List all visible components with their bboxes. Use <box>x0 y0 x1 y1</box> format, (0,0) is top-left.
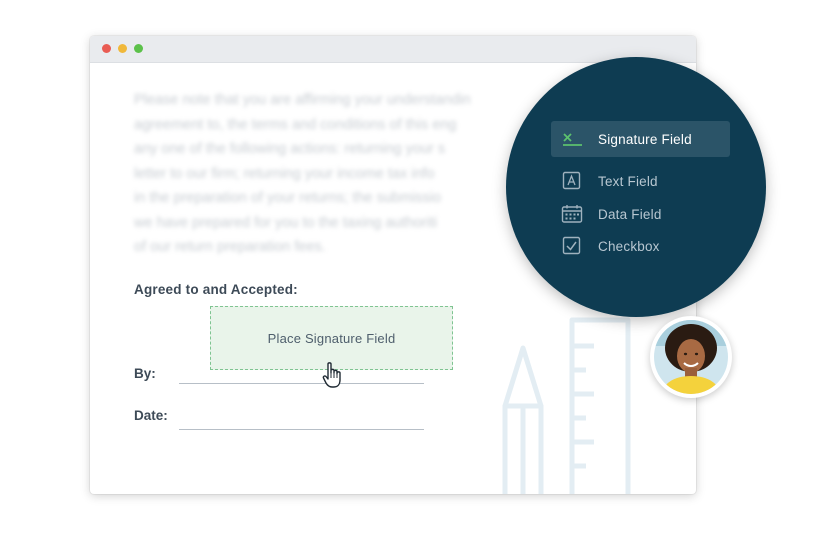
checkbox-icon <box>562 236 581 255</box>
minimize-window-button[interactable] <box>118 44 127 53</box>
signature-placeholder-text: Place Signature Field <box>267 330 396 346</box>
window-titlebar <box>90 36 696 63</box>
pencil-ruler-illustration <box>502 317 631 494</box>
menu-item-text-field[interactable]: Text Field <box>551 163 658 199</box>
date-signature-line[interactable] <box>179 429 424 430</box>
signature-icon <box>563 133 582 146</box>
stage: Please note that you are affirming your … <box>0 0 838 550</box>
date-label: Date: <box>134 408 168 423</box>
by-signature-line[interactable] <box>179 383 424 384</box>
field-type-menu: Signature Field Text Field Data Field Ch… <box>506 57 766 317</box>
menu-item-checkbox[interactable]: Checkbox <box>551 228 660 264</box>
agreed-label: Agreed to and Accepted: <box>134 282 298 297</box>
text-field-icon <box>562 171 581 190</box>
menu-item-label: Signature Field <box>598 131 692 147</box>
close-window-button[interactable] <box>102 44 111 53</box>
hand-pointer-icon <box>322 362 341 388</box>
maximize-window-button[interactable] <box>134 44 143 53</box>
menu-item-signature-field[interactable]: Signature Field <box>551 121 730 157</box>
calendar-icon <box>561 205 583 223</box>
document-paragraph: Please note that you are affirming your … <box>134 92 471 255</box>
menu-item-label: Text Field <box>598 173 658 189</box>
menu-item-label: Data Field <box>598 206 662 222</box>
menu-item-label: Checkbox <box>598 238 660 254</box>
user-avatar <box>650 316 732 398</box>
menu-item-data-field[interactable]: Data Field <box>551 196 662 232</box>
user-photo <box>652 318 730 396</box>
by-label: By: <box>134 366 156 381</box>
